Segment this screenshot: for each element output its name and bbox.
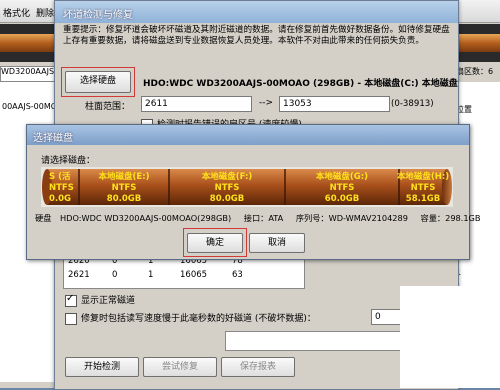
partition-label: 0.0G [49, 194, 71, 204]
partition-label: NTFS [112, 183, 137, 193]
partition-label: NTFS [49, 183, 74, 193]
partition-label: NTFS [330, 183, 355, 193]
repair-slow-option[interactable]: 修复时包括读写速度慢于此毫秒数的好磁道 (不破坏数据)： [65, 311, 316, 325]
background-sector-count: 扇区数：6 [456, 67, 494, 76]
partition-label: 80.0GB [107, 194, 141, 204]
partition-label: 本地磁盘(H:) [397, 171, 449, 182]
disk-model: HDO:WDC WD3200AAJS-00MOAO(298GB) [60, 213, 232, 223]
selected-disk-info: HDO:WDC WD3200AAJS-00MOAO (298GB) - 本地磁盘… [143, 79, 458, 89]
dialog-title-bar[interactable]: 坏道检测与修复 [55, 1, 458, 23]
serial-label: 序列号：WD-WMAV2104289 [295, 213, 408, 223]
partition-label: S (活 [49, 171, 71, 182]
cylinder-range-hint: (0-38913) [391, 99, 434, 109]
format-toolbar-item[interactable]: 格式化 [3, 6, 30, 19]
partition-segment[interactable]: S (活NTFS0.0G [49, 171, 74, 204]
cylinder-to-input[interactable]: 13053 [279, 96, 390, 112]
disk-label: 硬盘 [35, 213, 52, 223]
interface-label: 接口：ATA [243, 213, 284, 223]
capacity-label: 容量：298.1GB [420, 213, 481, 223]
select-disk-dialog: 选择磁盘 请选择磁盘： S (活 NTFS 0.0G 本地磁盘(E:) NTFS 80.0… [26, 124, 481, 260]
save-report-button[interactable]: 保存报表 [221, 357, 295, 377]
show-normal-checkbox[interactable] [65, 293, 77, 307]
disk-partition-map[interactable]: S (活NTFS0.0G本地磁盘(E:)NTFS80.0GB本地磁盘(F:)NT… [41, 167, 453, 207]
partition-label: 本地磁盘(E:) [99, 171, 150, 182]
repair-slow-label: 修复时包括读写速度慢于此毫秒数的好磁道 (不破坏数据)： [81, 314, 316, 324]
highlight-box [61, 67, 135, 97]
delete-toolbar-item[interactable]: 删除 [36, 6, 54, 19]
select-disk-prompt: 请选择磁盘： [41, 156, 96, 166]
cylinder-range-label: 柱面范围： [85, 102, 131, 112]
partition-label: 80.0GB [210, 194, 244, 204]
partition-label: 58.1GB [406, 194, 440, 204]
dialog-title: 坏道检测与修复 [63, 10, 133, 21]
highlight-box [183, 228, 247, 257]
background-disk-info-left: WD3200AAJS- [0, 66, 62, 82]
disk-tree-item[interactable]: 00AAJS-00MO [2, 102, 57, 111]
try-repair-button[interactable]: 尝试修复 [143, 357, 217, 377]
blank-area [400, 286, 500, 388]
list-item: 2621 0 1 16065 63 [68, 270, 243, 280]
warning-notice: 重要提示：修复坏道会破坏坏磁道及其附近磁道的数据。请在修复前首先做好数据备份。如… [63, 25, 450, 46]
range-arrow: --> [259, 98, 274, 108]
cancel-button[interactable]: 取消 [249, 233, 305, 253]
cylinder-from-input[interactable]: 2611 [141, 96, 252, 112]
show-normal-label: 显示正常磁道 [81, 296, 136, 306]
partition-label: NTFS [215, 183, 240, 193]
partition-label: 本地磁盘(F:) [202, 171, 253, 182]
select-disk-title: 选择磁盘 [33, 133, 73, 144]
disk-details: 硬盘 HDO:WDC WD3200AAJS-00MOAO(298GB) 接口：A… [35, 212, 481, 224]
select-disk-title-bar[interactable]: 选择磁盘 [27, 125, 469, 145]
partition-label: NTFS [411, 183, 436, 193]
start-scan-button[interactable]: 开始检测 [65, 357, 139, 377]
show-normal-option[interactable]: 显示正常磁道 [65, 293, 135, 307]
partition-label: 60.0GB [325, 194, 359, 204]
partition-label: 本地磁盘(G:) [316, 171, 368, 182]
repair-slow-checkbox[interactable] [65, 312, 77, 325]
